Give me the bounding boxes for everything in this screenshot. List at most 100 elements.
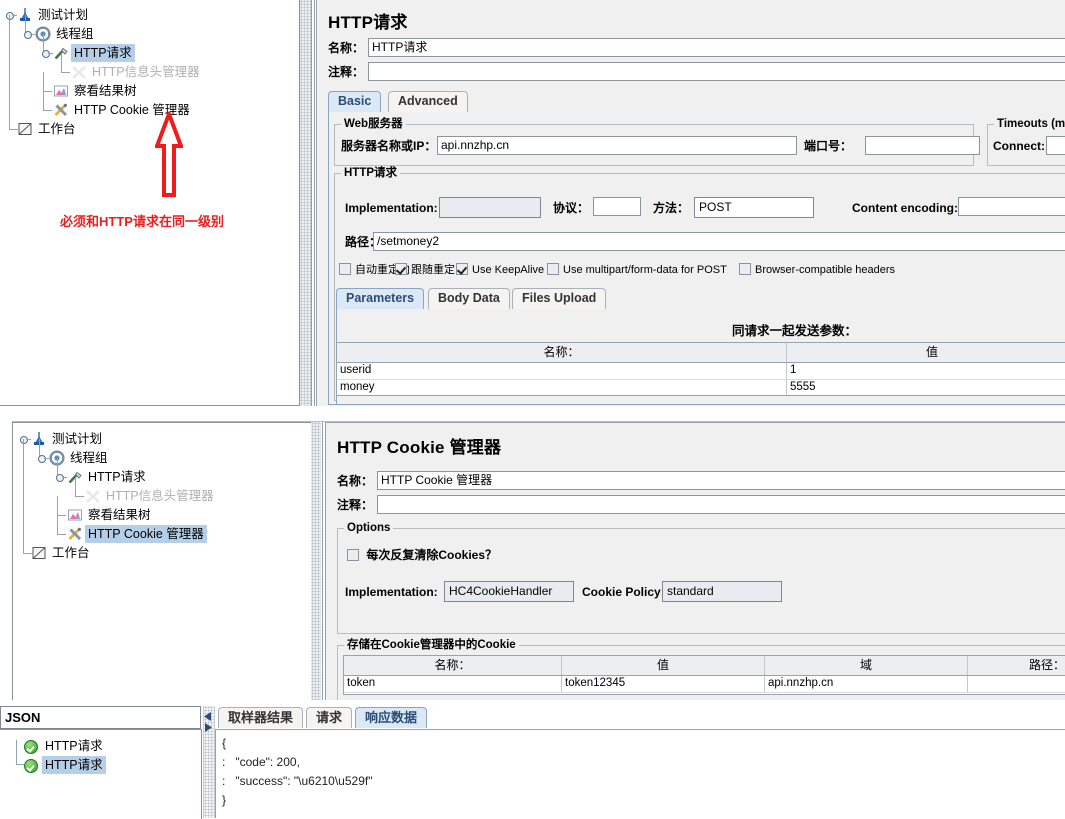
view-results-tree-icon: [53, 83, 69, 99]
tree-expand-handle[interactable]: [37, 454, 49, 463]
cookie-policy-combo[interactable]: standard: [662, 581, 782, 602]
tree-node[interactable]: HTTP信息头管理器: [71, 62, 203, 80]
server-name-input[interactable]: api.nnzhp.cn: [437, 136, 797, 155]
clear-cookies-checkbox[interactable]: 每次反复清除Cookies？: [347, 547, 497, 563]
result-tree-node[interactable]: HTTP请求: [24, 736, 106, 754]
table-row[interactable]: money 5555: [337, 380, 1065, 395]
tree-expand-handle[interactable]: [23, 30, 35, 39]
tree-connector: [57, 514, 58, 534]
content-encoding-label: Content encoding:: [852, 201, 958, 215]
tab-files-upload[interactable]: Files Upload: [512, 288, 607, 309]
checkbox-icon[interactable]: [339, 263, 351, 275]
tree-node[interactable]: 线程组: [49, 448, 111, 466]
table-row[interactable]: token token12345 api.nnzhp.cn: [344, 676, 1065, 693]
clear-cookies-label: 每次反复清除Cookies？: [366, 548, 498, 562]
collapse-right-icon[interactable]: [204, 721, 213, 732]
tree-node-label: HTTP Cookie 管理器: [85, 524, 207, 543]
tree-node[interactable]: 线程组: [35, 24, 97, 42]
tree-node[interactable]: 测试计划: [31, 429, 105, 447]
cookie-name-input[interactable]: HTTP Cookie 管理器: [377, 471, 1065, 490]
tree-trunk: [16, 740, 17, 764]
tree-connector: [61, 71, 70, 73]
tree-node[interactable]: HTTP请求: [67, 467, 149, 485]
tree-connector: [57, 533, 66, 535]
tab-basic[interactable]: Basic: [328, 91, 382, 112]
splitter-edge-top: [311, 0, 312, 406]
name-label: 名称：: [328, 41, 365, 55]
tree-node-label: 线程组: [56, 26, 94, 41]
tree-expand-handle[interactable]: [55, 473, 67, 482]
table-row[interactable]: userid 1: [337, 363, 1065, 380]
cell-name[interactable]: userid: [337, 363, 787, 379]
connect-label: Connect:: [993, 139, 1045, 153]
cookie-comment-label: 注释：: [337, 498, 374, 512]
cell-value[interactable]: 5555: [787, 380, 1065, 395]
stored-cookies-table[interactable]: 名称： 值 域 路径： token token12345 api.nnzhp.c…: [343, 655, 1065, 695]
tab-request[interactable]: 请求: [306, 707, 353, 728]
splitter-edge-top-2: [314, 0, 315, 406]
tree-expand-handle[interactable]: [41, 49, 53, 58]
cell-path[interactable]: [968, 676, 1065, 692]
col-value: 值: [787, 343, 1065, 362]
cell-value[interactable]: 1: [787, 363, 1065, 379]
checkbox-icon[interactable]: [547, 263, 559, 275]
tree-node[interactable]: 察看结果树: [67, 505, 154, 523]
request-option-checkbox[interactable]: Use multipart/form-data for POST: [547, 262, 727, 278]
tree-node[interactable]: HTTP请求: [53, 43, 135, 62]
test-plan-tree-top[interactable]: 测试计划 线程组 HTTP请求 HTTP信息头管理器 察看结果树 HTTP Cookie …: [0, 0, 300, 406]
tree-node[interactable]: 察看结果树: [53, 81, 140, 99]
tab-body-data[interactable]: Body Data: [428, 288, 510, 309]
tab-advanced[interactable]: Advanced: [388, 91, 468, 112]
cookie-manager-icon: [53, 102, 69, 118]
http-request-title: HTTP请求: [328, 13, 408, 32]
tree-node[interactable]: HTTP信息头管理器: [85, 486, 217, 504]
timeouts-group-title: Timeouts (m: [994, 118, 1065, 130]
tree-node[interactable]: 工作台: [31, 543, 93, 561]
cell-value[interactable]: token12345: [562, 676, 765, 692]
cell-domain[interactable]: api.nnzhp.cn: [765, 676, 968, 692]
col-value: 值: [562, 656, 765, 675]
response-data-box[interactable]: {: "code": 200,: "success": "\u6210\u529…: [215, 729, 1065, 818]
name-input[interactable]: HTTP请求: [368, 38, 1065, 57]
cell-name[interactable]: money: [337, 380, 787, 395]
tree-node-label: 测试计划: [38, 7, 89, 22]
tree-node-label: 线程组: [70, 450, 108, 465]
checkbox-icon[interactable]: [395, 263, 407, 275]
request-option-checkbox[interactable]: Browser-compatible headers: [739, 262, 895, 278]
tree-node[interactable]: HTTP Cookie 管理器: [67, 524, 207, 543]
method-combo[interactable]: POST: [694, 197, 814, 218]
renderer-combo[interactable]: JSON: [0, 706, 201, 729]
method-label: 方法：: [653, 201, 690, 215]
implementation-combo[interactable]: [439, 197, 541, 218]
panel-ruler: [12, 415, 1065, 422]
vertical-splitter-top[interactable]: [300, 0, 311, 406]
vertical-splitter-bottom[interactable]: [311, 422, 321, 700]
content-encoding-input[interactable]: [958, 197, 1065, 216]
tab-response-data[interactable]: 响应数据: [355, 707, 428, 728]
tab-parameters[interactable]: Parameters: [336, 288, 425, 309]
result-tree-node[interactable]: HTTP请求: [24, 755, 106, 774]
tree-node[interactable]: 工作台: [17, 119, 79, 137]
tree-node[interactable]: 测试计划: [17, 5, 91, 23]
checkbox-icon[interactable]: [739, 263, 751, 275]
checkbox-icon[interactable]: [456, 263, 468, 275]
request-option-checkbox[interactable]: Use KeepAlive: [456, 262, 544, 278]
tree-trunk: [23, 552, 33, 554]
comment-input[interactable]: [368, 62, 1065, 81]
cookie-implementation-combo[interactable]: HC4CookieHandler: [444, 581, 574, 602]
results-tree-pane[interactable]: HTTP请求 HTTP请求: [0, 729, 202, 819]
cell-name[interactable]: token: [344, 676, 562, 692]
parameters-table[interactable]: 名称： 值 userid 1 money 5555: [336, 342, 1065, 396]
collapse-left-icon[interactable]: [204, 710, 213, 721]
test-plan-tree-bottom[interactable]: 测试计划线程组 HTTP请求 HTTP信息头管理器 察看结果树 HTTP Cookie …: [12, 422, 312, 702]
result-tree-label: HTTP请求: [45, 738, 103, 753]
protocol-input[interactable]: [593, 197, 641, 216]
cookie-comment-input[interactable]: [377, 495, 1065, 514]
port-input[interactable]: [865, 136, 980, 155]
connect-input[interactable]: [1046, 136, 1065, 155]
path-input[interactable]: /setmoney2: [373, 232, 1065, 251]
response-line: : "success": "\u6210\u529f": [222, 774, 373, 788]
checkbox-icon[interactable]: [347, 549, 359, 561]
up-arrow-icon: [154, 108, 184, 197]
tab-sampler-result[interactable]: 取样器结果: [218, 707, 304, 728]
